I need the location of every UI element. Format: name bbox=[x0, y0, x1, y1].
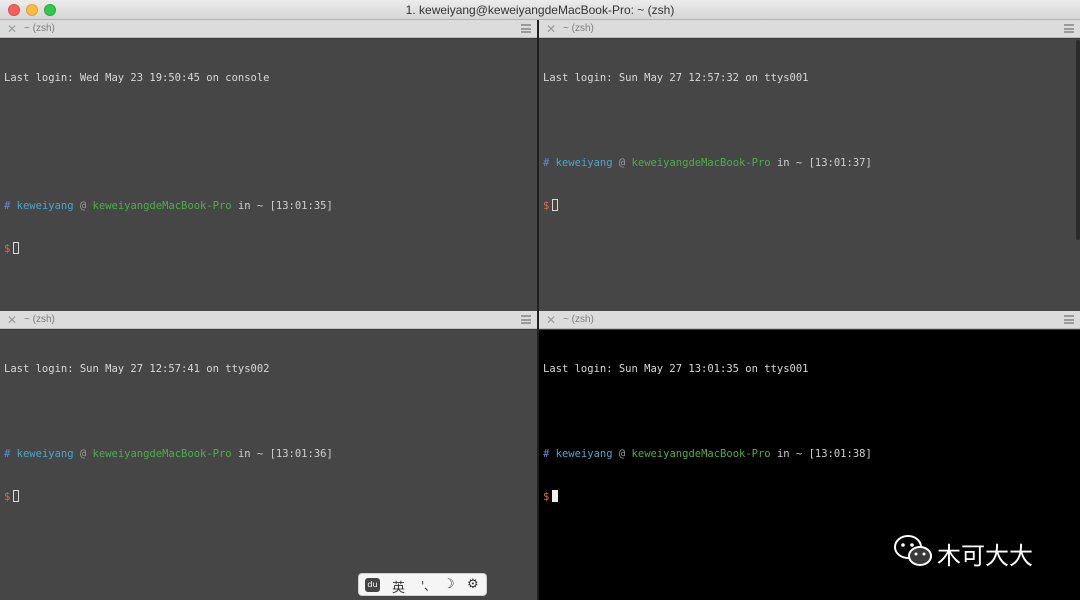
input-line[interactable]: $ bbox=[4, 490, 533, 504]
prompt-host: keweiyangdeMacBook-Pro bbox=[92, 200, 232, 213]
pane-header: ✕ ~ (zsh) bbox=[539, 20, 1080, 38]
prompt-user: keweiyang bbox=[555, 157, 613, 170]
terminal-pane-top-right[interactable]: ✕ ~ (zsh) Last login: Sun May 27 12:57:3… bbox=[539, 20, 1080, 311]
watermark-text: 木可大大 bbox=[937, 542, 1033, 570]
prompt-dollar: $ bbox=[4, 491, 11, 504]
ime-language-toggle[interactable]: 英 bbox=[392, 577, 405, 596]
prompt-time: [13:01:36] bbox=[269, 448, 333, 461]
input-line[interactable]: $ bbox=[4, 242, 533, 256]
cursor bbox=[13, 242, 20, 255]
prompt-line: # keweiyang @ keweiyangdeMacBook-Pro in … bbox=[4, 447, 533, 461]
pane-label: ~ (zsh) bbox=[563, 23, 594, 34]
last-login-line: Last login: Sun May 27 12:57:41 on ttys0… bbox=[4, 362, 270, 375]
hamburger-menu-icon[interactable] bbox=[1064, 315, 1074, 324]
prompt-host: keweiyangdeMacBook-Pro bbox=[631, 448, 771, 461]
terminal-output[interactable]: Last login: Wed May 23 19:50:45 on conso… bbox=[0, 39, 537, 311]
pane-header: ✕ ~ (zsh) bbox=[0, 311, 537, 329]
input-line[interactable]: $ bbox=[543, 490, 1076, 504]
pane-label: ~ (zsh) bbox=[24, 23, 55, 34]
prompt-dir: in ~ bbox=[237, 200, 264, 213]
prompt-time: [13:01:37] bbox=[808, 157, 872, 170]
terminal-output[interactable]: Last login: Sun May 27 12:57:32 on ttys0… bbox=[539, 39, 1080, 311]
prompt-at: @ bbox=[79, 448, 87, 461]
input-line[interactable]: $ bbox=[543, 199, 1076, 213]
close-pane-icon[interactable]: ✕ bbox=[7, 22, 17, 36]
ime-moon-icon[interactable]: ☽ bbox=[443, 577, 455, 592]
window-title: 1. keweiyang@keweiyangdeMacBook-Pro: ~ (… bbox=[405, 3, 675, 17]
terminal-pane-bottom-left[interactable]: ✕ ~ (zsh) Last login: Sun May 27 12:57:4… bbox=[0, 311, 537, 600]
hamburger-menu-icon[interactable] bbox=[1064, 24, 1074, 33]
cursor bbox=[13, 490, 20, 503]
close-pane-icon[interactable]: ✕ bbox=[7, 313, 17, 327]
wechat-icon bbox=[894, 535, 932, 566]
prompt-dir: in ~ bbox=[237, 448, 264, 461]
last-login-line: Last login: Sun May 27 12:57:32 on ttys0… bbox=[543, 71, 809, 84]
ime-gear-icon[interactable]: ⚙ bbox=[467, 577, 479, 592]
prompt-dollar: $ bbox=[4, 243, 11, 256]
pane-label: ~ (zsh) bbox=[563, 314, 594, 325]
prompt-dir: in ~ bbox=[776, 448, 803, 461]
scrollbar[interactable] bbox=[1076, 40, 1080, 240]
hamburger-menu-icon[interactable] bbox=[521, 24, 531, 33]
ime-logo-icon[interactable]: du bbox=[365, 578, 380, 592]
prompt-user: keweiyang bbox=[16, 200, 74, 213]
prompt-hash: # bbox=[543, 157, 550, 170]
terminal-output[interactable]: Last login: Sun May 27 12:57:41 on ttys0… bbox=[0, 330, 537, 600]
prompt-at: @ bbox=[618, 448, 626, 461]
pane-divider[interactable] bbox=[537, 20, 539, 600]
pane-label: ~ (zsh) bbox=[24, 314, 55, 325]
last-login-line: Last login: Wed May 23 19:50:45 on conso… bbox=[4, 71, 270, 84]
prompt-time: [13:01:38] bbox=[808, 448, 872, 461]
prompt-host: keweiyangdeMacBook-Pro bbox=[631, 157, 771, 170]
prompt-user: keweiyang bbox=[555, 448, 613, 461]
prompt-time: [13:01:35] bbox=[269, 200, 333, 213]
prompt-line: # keweiyang @ keweiyangdeMacBook-Pro in … bbox=[543, 447, 1076, 461]
last-login-line: Last login: Sun May 27 13:01:35 on ttys0… bbox=[543, 362, 809, 375]
cursor bbox=[552, 199, 559, 212]
prompt-line: # keweiyang @ keweiyangdeMacBook-Pro in … bbox=[543, 156, 1076, 170]
terminal-pane-top-left[interactable]: ✕ ~ (zsh) Last login: Wed May 23 19:50:4… bbox=[0, 20, 537, 311]
prompt-hash: # bbox=[4, 448, 11, 461]
close-pane-icon[interactable]: ✕ bbox=[546, 313, 556, 327]
pane-header: ✕ ~ (zsh) bbox=[0, 20, 537, 38]
ime-punctuation-icon[interactable]: '､ bbox=[421, 577, 430, 594]
hamburger-menu-icon[interactable] bbox=[521, 315, 531, 324]
prompt-at: @ bbox=[618, 157, 626, 170]
prompt-dir: in ~ bbox=[776, 157, 803, 170]
prompt-hash: # bbox=[4, 200, 11, 213]
prompt-hash: # bbox=[543, 448, 550, 461]
prompt-dollar: $ bbox=[543, 491, 550, 504]
prompt-dollar: $ bbox=[543, 200, 550, 213]
prompt-user: keweiyang bbox=[16, 448, 74, 461]
pane-header: ✕ ~ (zsh) bbox=[539, 311, 1080, 329]
window-titlebar[interactable]: 1. keweiyang@keweiyangdeMacBook-Pro: ~ (… bbox=[0, 0, 1080, 20]
ime-toolbar[interactable]: du 英 '､ ☽ ⚙ bbox=[358, 573, 487, 596]
prompt-host: keweiyangdeMacBook-Pro bbox=[92, 448, 232, 461]
close-pane-icon[interactable]: ✕ bbox=[546, 22, 556, 36]
prompt-line: # keweiyang @ keweiyangdeMacBook-Pro in … bbox=[4, 199, 533, 213]
cursor bbox=[552, 490, 559, 503]
prompt-at: @ bbox=[79, 200, 87, 213]
